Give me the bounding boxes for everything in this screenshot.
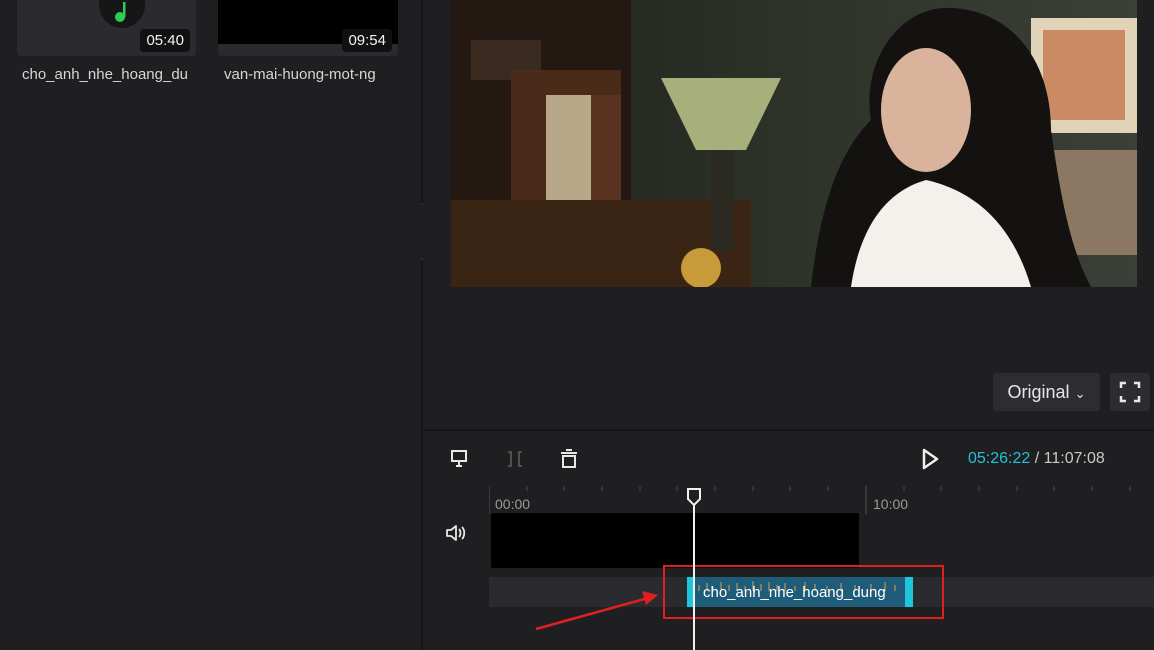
music-icon: [99, 0, 145, 28]
time-separator: /: [1034, 450, 1040, 467]
total-time: 11:07:08: [1043, 450, 1105, 467]
delete-button[interactable]: [556, 446, 582, 472]
add-marker-button[interactable]: [447, 446, 473, 472]
annotation-arrow: [530, 585, 670, 635]
play-icon: [922, 448, 939, 470]
ruler-label: 10:00: [873, 496, 909, 512]
playhead-handle[interactable]: [687, 488, 701, 507]
play-button[interactable]: [917, 446, 943, 472]
media-item-title: cho_anh_nhe_hoang_du: [22, 66, 189, 83]
media-item-audio[interactable]: 05:40: [17, 0, 196, 56]
split-icon: [508, 451, 522, 467]
annotation-highlight-box: [663, 565, 944, 619]
split-button[interactable]: [502, 446, 528, 472]
trash-icon: [561, 449, 577, 468]
current-time: 05:26:22: [968, 450, 1031, 467]
marker-icon: [451, 450, 467, 467]
aspect-ratio-dropdown[interactable]: Original ⌄: [993, 373, 1100, 411]
timecode-display: 05:26:22 / 11:07:08: [968, 450, 1105, 468]
media-panel: 05:40 09:54 cho_anh_nhe_hoang_du van-mai…: [0, 0, 421, 650]
fullscreen-icon: [1119, 381, 1141, 403]
speaker-icon: [446, 525, 466, 541]
media-item-video[interactable]: 09:54: [218, 0, 398, 56]
fullscreen-button[interactable]: [1110, 373, 1150, 411]
track-mute-button[interactable]: [444, 522, 468, 544]
playhead[interactable]: [693, 505, 695, 650]
chevron-down-icon: ⌄: [1074, 386, 1086, 401]
aspect-ratio-label: Original: [1007, 382, 1070, 402]
ruler-label: 00:00: [495, 496, 531, 512]
media-duration: 05:40: [140, 29, 190, 52]
timeline-ruler[interactable]: 00:00 10:00: [489, 486, 1154, 514]
video-clip[interactable]: [491, 513, 859, 568]
video-preview[interactable]: [451, 0, 1137, 287]
media-item-title: van-mai-huong-mot-ng: [224, 66, 376, 83]
preview-area: [423, 0, 1154, 429]
media-duration: 09:54: [342, 29, 392, 52]
